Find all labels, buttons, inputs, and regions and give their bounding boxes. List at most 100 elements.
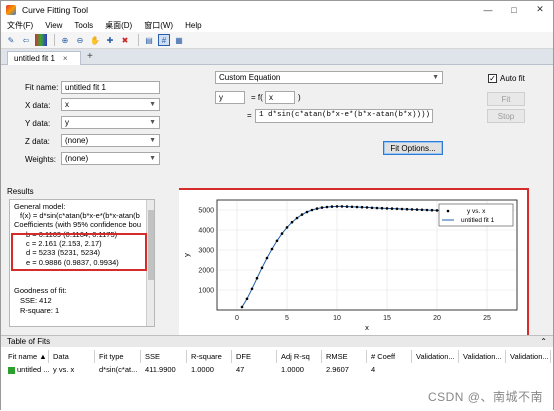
zoom-in-icon[interactable]: ⊕ [59,34,71,46]
cell-dfe: 47 [236,365,245,374]
curve-fitting-window: Curve Fitting Tool — □ ✕ 文件(F) View Tool… [0,0,554,411]
menu-view[interactable]: View [45,21,62,30]
data-point [290,220,294,224]
data-point [250,287,254,291]
matlab-app-icon [6,4,16,15]
y-axis-label: y [182,253,191,257]
legend-label: y vs. x [467,208,486,215]
data-point [245,297,249,301]
col-validation-1[interactable]: Validation... [413,350,459,363]
data-point [425,208,429,212]
menu-bar: 文件(F) View Tools 桌面(D) 窗口(W) Help [1,18,553,32]
results-scrollbar[interactable] [146,200,154,326]
minimize-button[interactable]: — [475,1,501,18]
collapse-icon[interactable]: ⌃ [540,336,547,347]
y-data-select[interactable]: y ▼ [61,116,160,129]
data-point [435,209,439,212]
toolbar-separator [54,34,55,46]
x-tick-label: 5 [285,315,289,322]
dock-icon[interactable]: ⇦ [20,34,32,46]
fit-plot[interactable]: 0 5 10 15 20 25 1000 2000 3000 4000 5000 x y y vs. x u… [179,190,527,335]
zoom-out-icon[interactable]: ⊖ [74,34,86,46]
equation-input[interactable]: 1 d*sin(c*atan(b*x-e*(b*x-atan(b*x)))) [255,109,433,123]
fit-options-button[interactable]: Fit Options... [383,141,443,155]
chevron-down-icon: ▼ [149,137,156,144]
colormap-icon[interactable] [35,34,47,46]
stop-button[interactable]: Stop [487,109,525,123]
coefficients-highlight-box [11,233,147,271]
data-point [380,206,384,210]
data-point [325,205,329,209]
menu-desktop[interactable]: 桌面(D) [105,20,132,31]
col-sse[interactable]: SSE [142,350,187,363]
exclude-icon[interactable]: ✖ [119,34,131,46]
menu-window[interactable]: 窗口(W) [144,20,173,31]
scrollbar-thumb[interactable] [148,210,154,280]
fit-button[interactable]: Fit [487,92,525,106]
new-fit-icon[interactable]: ✎ [5,34,17,46]
result-line: f(x) = d*sin(c*atan(b*x-e*(b*x-atan(b [20,211,140,220]
weights-value: (none) [65,154,89,163]
auto-fit-label: Auto fit [500,74,525,83]
tab-untitled-fit-1[interactable]: untitled fit 1 × [7,51,81,65]
data-point [295,216,299,220]
col-data[interactable]: Data [50,350,95,363]
y-tick-label: 2000 [198,268,214,275]
weights-select[interactable]: (none) ▼ [61,152,160,165]
grid-icon[interactable]: # [158,34,170,46]
legend-icon[interactable]: ▤ [143,34,155,46]
weights-label: Weights: [25,155,56,164]
col-dfe[interactable]: DFE [233,350,277,363]
table-title: Table of Fits [7,337,51,346]
y-tick-label: 3000 [198,248,214,255]
x-data-select[interactable]: x ▼ [61,98,160,111]
chevron-down-icon: ▼ [432,74,439,81]
table-row[interactable]: untitled ... [5,364,49,375]
dependent-var-input[interactable]: y [215,91,245,104]
result-line: Goodness of fit: [14,286,67,295]
col-fit-name[interactable]: Fit name ▲ [5,350,49,363]
close-button[interactable]: ✕ [527,1,553,18]
data-cursor-icon[interactable]: ✚ [104,34,116,46]
menu-help[interactable]: Help [185,21,201,30]
table-of-fits: Table of Fits ⌃ Fit name ▲ Data Fit type… [1,335,553,411]
auto-fit-checkbox[interactable]: ✓ [488,74,497,83]
data-point [260,266,264,270]
pan-icon[interactable]: ✋ [89,34,101,46]
col-rmse[interactable]: RMSE [323,350,367,363]
col-num-coeff[interactable]: # Coeff [368,350,412,363]
cell-fit-name: untitled ... [17,365,49,374]
col-validation-3[interactable]: Validation... [507,350,551,363]
data-point [375,206,379,210]
data-point [300,213,304,216]
data-point [395,207,399,211]
result-line: General model: [14,202,66,211]
col-validation-2[interactable]: Validation... [460,350,506,363]
x-tick-label: 0 [235,315,239,322]
maximize-button[interactable]: □ [501,1,527,18]
col-adj-r-sq[interactable]: Adj R-sq [278,350,322,363]
menu-file[interactable]: 文件(F) [7,20,33,31]
z-data-select[interactable]: (none) ▼ [61,134,160,147]
independent-var-input[interactable]: x [265,91,295,104]
cell-fit-type: d*sin(c*at... [99,365,138,374]
results-panel: Results General model: f(x) = d*sin(c*at… [7,187,157,328]
fit-name-input[interactable]: untitled fit 1 [61,81,160,94]
data-point [390,207,394,210]
axes-limits-icon[interactable]: ▦ [173,34,185,46]
y-tick-label: 5000 [198,208,214,215]
tab-close-icon[interactable]: × [63,54,68,63]
col-fit-type[interactable]: Fit type [96,350,141,363]
cell-sse: 411.9900 [145,365,176,374]
add-tab-icon[interactable]: + [87,51,93,62]
col-r-square[interactable]: R-square [188,350,232,363]
menu-tools[interactable]: Tools [74,21,93,30]
function-of-label: = f( [251,93,263,102]
chevron-down-icon: ▼ [149,155,156,162]
data-point [275,239,279,243]
window-controls: — □ ✕ [475,1,553,18]
data-point [340,205,344,208]
fit-type-select[interactable]: Custom Equation ▼ [215,71,443,84]
data-point [315,207,319,210]
result-line: R-square: 1 [20,306,60,315]
